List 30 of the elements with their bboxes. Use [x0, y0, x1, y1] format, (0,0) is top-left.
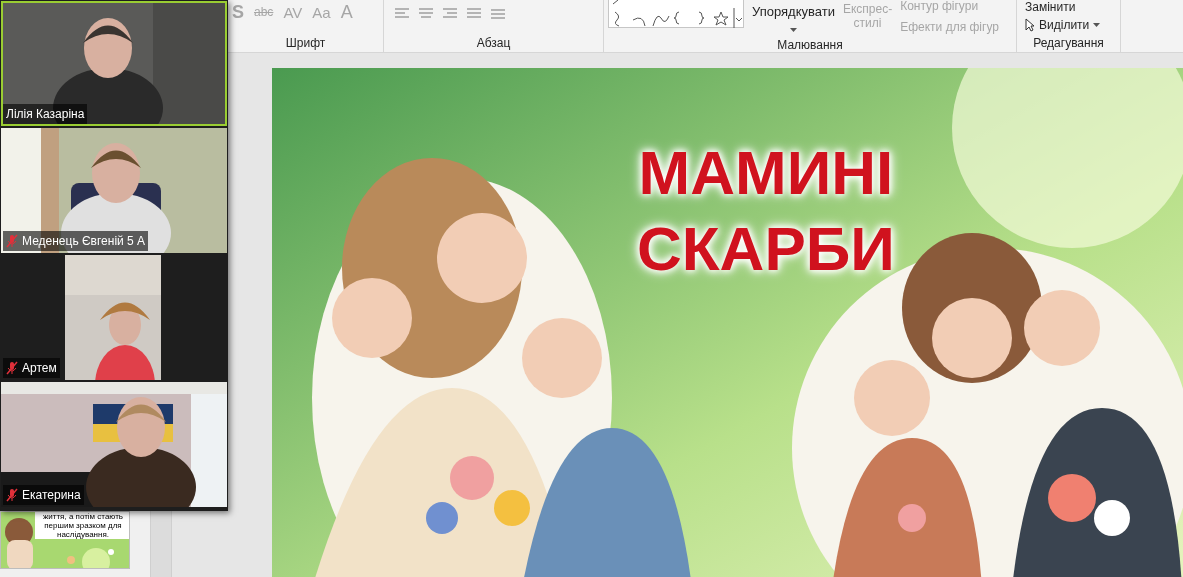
- participant-name: Меденець Євгеній 5 А: [22, 233, 146, 250]
- thumbnail-text: життя, а потім стають першим зразком для наслідування.: [35, 512, 129, 539]
- select-button[interactable]: Виділити: [1025, 18, 1112, 32]
- align-icon[interactable]: [466, 8, 482, 20]
- participant-name: Екатерина: [22, 487, 81, 504]
- font-format-button[interactable]: abc: [254, 6, 274, 18]
- group-label: Редагування: [1032, 35, 1105, 50]
- align-icon[interactable]: [394, 8, 410, 20]
- caret-icon: [789, 27, 797, 32]
- participant-name: Лілія Казаріна: [6, 106, 85, 123]
- shapes-gallery[interactable]: [608, 0, 744, 28]
- font-format-button[interactable]: AV: [283, 4, 303, 20]
- align-icon[interactable]: [418, 8, 434, 20]
- scrollbar[interactable]: [150, 511, 172, 577]
- font-format-button[interactable]: S: [232, 3, 244, 21]
- replace-button[interactable]: Замінити: [1025, 0, 1112, 14]
- participant-name: Артем: [22, 360, 57, 377]
- cursor-icon: [1025, 18, 1035, 32]
- slide-title: МАМИНІ: [637, 138, 895, 208]
- font-format-button[interactable]: A: [340, 3, 353, 21]
- font-format-button[interactable]: Aa: [312, 4, 331, 20]
- group-label: Шрифт: [284, 35, 327, 50]
- columns-icon[interactable]: [490, 8, 506, 20]
- arrange-button[interactable]: Упорядкувати: [752, 0, 835, 32]
- slide-title: СКАРБИ: [636, 214, 896, 284]
- slide-thumbnail[interactable]: життя, а потім стають першим зразком для наслідування.: [0, 511, 130, 569]
- align-icon[interactable]: [442, 8, 458, 20]
- group-label: Абзац: [475, 35, 512, 50]
- group-label: Малювання: [776, 37, 844, 52]
- caret-icon: [1093, 23, 1101, 27]
